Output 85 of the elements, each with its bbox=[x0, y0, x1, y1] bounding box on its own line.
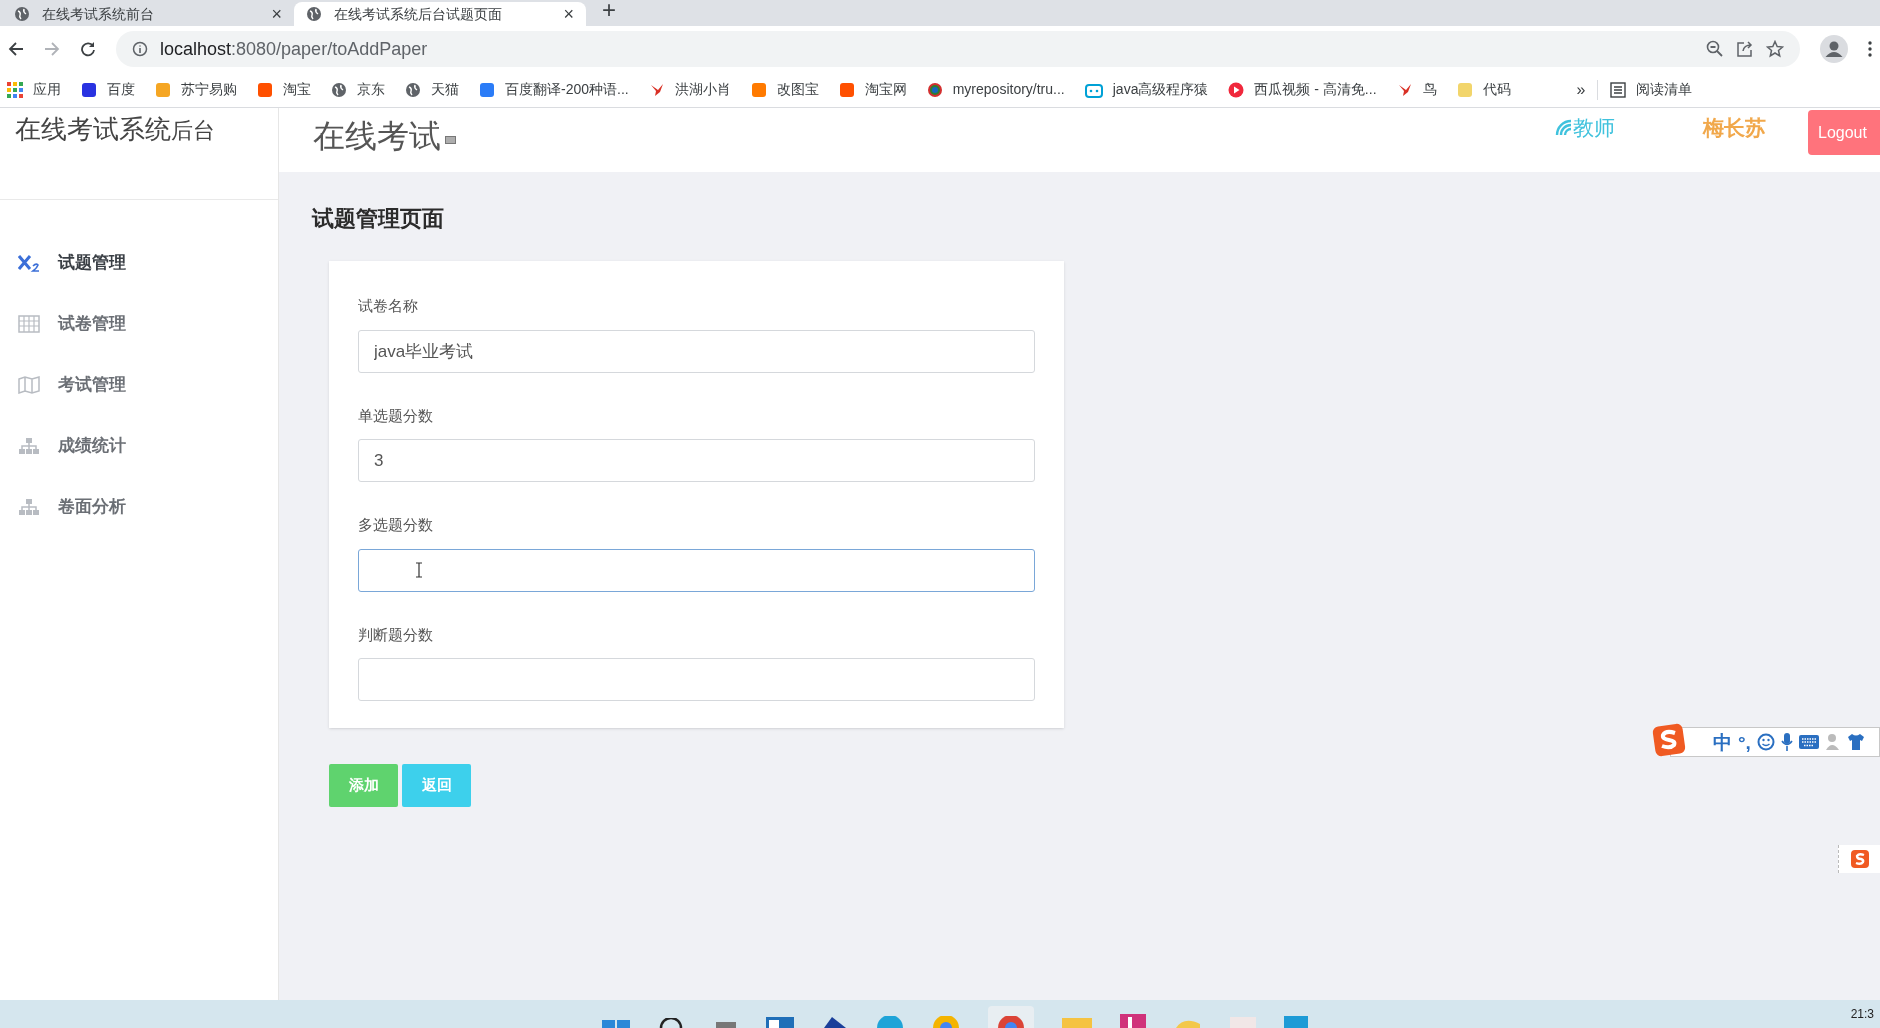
bookmark[interactable]: 淘宝 bbox=[257, 79, 311, 100]
ime-toggle[interactable]: °, bbox=[1738, 732, 1751, 752]
menu-icon[interactable] bbox=[1868, 41, 1872, 57]
bookmark[interactable]: 代码 bbox=[1456, 79, 1511, 100]
bookmark[interactable]: 西瓜视频 - 高清免... bbox=[1228, 79, 1377, 100]
bookmark[interactable]: java高级程序猿 bbox=[1084, 79, 1209, 100]
user-name: 梅长苏 bbox=[1703, 115, 1766, 141]
reload-icon[interactable] bbox=[80, 41, 96, 57]
text-input[interactable]: java毕业考试 bbox=[358, 329, 1035, 373]
sidebar-title: 在线考试系统后台 bbox=[15, 114, 215, 144]
url-text: localhost:8080/paper/toAddPaper bbox=[160, 37, 429, 61]
apps-grid-icon bbox=[7, 81, 23, 98]
app-icon[interactable] bbox=[822, 1016, 848, 1028]
smiley-icon[interactable] bbox=[1756, 733, 1775, 751]
text-input[interactable] bbox=[358, 658, 1035, 701]
play-icon bbox=[1228, 81, 1245, 98]
app-icon[interactable] bbox=[766, 1016, 794, 1028]
bookmark[interactable]: 鸟 bbox=[1396, 79, 1437, 100]
sitemap-icon bbox=[18, 436, 40, 455]
browser-tab[interactable]: 在线考试系统后台试题页面 × bbox=[294, 2, 586, 26]
rss-icon bbox=[1555, 118, 1573, 137]
page-title: 试题管理页面 bbox=[312, 205, 445, 233]
bookmark[interactable]: 百度 bbox=[81, 79, 135, 100]
square-icon bbox=[750, 81, 767, 98]
keyboard-icon[interactable] bbox=[1798, 735, 1819, 749]
bookmark[interactable]: 淘宝网 bbox=[838, 79, 907, 100]
chrome-icon bbox=[997, 1016, 1025, 1028]
app-icon[interactable] bbox=[1120, 1014, 1146, 1028]
clock-time: 21:3 bbox=[1850, 1008, 1874, 1020]
field-label: 试卷名称 bbox=[358, 296, 419, 316]
field-label: 单选题分数 bbox=[358, 405, 434, 426]
globe-icon bbox=[14, 6, 30, 22]
bookmark[interactable]: 改图宝 bbox=[750, 79, 819, 100]
header-title: 在线考试 bbox=[313, 117, 441, 156]
new-tab-button[interactable]: + bbox=[602, 0, 616, 22]
globe-icon bbox=[306, 6, 322, 22]
subscript-icon bbox=[18, 253, 40, 272]
list-icon bbox=[1610, 81, 1627, 98]
sidebar-item[interactable]: 试卷管理 bbox=[0, 293, 278, 354]
field-label: 判断题分数 bbox=[358, 624, 434, 645]
windows-start-icon[interactable] bbox=[602, 1018, 630, 1028]
bookmark[interactable]: 应用 bbox=[7, 79, 61, 100]
sogou-logo-icon bbox=[1849, 849, 1870, 869]
chrome-taskbar-button[interactable] bbox=[988, 1006, 1034, 1028]
tv-icon bbox=[1084, 81, 1103, 98]
zoom-out-icon[interactable] bbox=[1706, 40, 1724, 58]
reading-list-button[interactable]: 阅读清单 bbox=[1610, 79, 1693, 100]
sidebar-item[interactable]: 卷面分析 bbox=[0, 476, 278, 537]
text-input[interactable]: 3 bbox=[358, 439, 1035, 482]
bookmark[interactable]: 天猫 bbox=[405, 79, 459, 100]
ime-toggle[interactable]: 中 bbox=[1713, 732, 1732, 752]
search-icon[interactable] bbox=[658, 1018, 684, 1028]
back-arrow-icon[interactable] bbox=[8, 41, 24, 57]
ring-icon bbox=[926, 81, 943, 98]
star-icon[interactable] bbox=[1766, 40, 1784, 58]
info-icon bbox=[132, 41, 148, 57]
text-input[interactable] bbox=[358, 548, 1035, 592]
more-bookmarks-button[interactable]: » bbox=[1576, 77, 1586, 102]
bookmark[interactable]: myrepository/tru... bbox=[926, 79, 1065, 100]
text-cursor-icon bbox=[415, 561, 423, 578]
tab-title: 在线考试系统后台试题页面 bbox=[334, 7, 503, 21]
chrome-icon[interactable] bbox=[932, 1016, 960, 1028]
field-label: 多选题分数 bbox=[358, 515, 434, 535]
globe-icon bbox=[405, 81, 421, 98]
bookmark[interactable]: 京东 bbox=[331, 79, 385, 100]
tab-title: 在线考试系统前台 bbox=[42, 7, 155, 21]
map-icon bbox=[18, 375, 40, 394]
address-bar[interactable]: localhost:8080/paper/toAddPaper bbox=[116, 31, 1800, 67]
role-label: 教师 bbox=[1573, 115, 1615, 141]
table-icon bbox=[18, 314, 40, 333]
sidebar-item[interactable]: 试题管理 bbox=[0, 232, 278, 293]
sidebar-item[interactable]: 考试管理 bbox=[0, 354, 278, 415]
shirt-icon[interactable] bbox=[1846, 733, 1865, 751]
profile-avatar-icon[interactable] bbox=[1820, 35, 1848, 63]
bookmark[interactable]: 苏宁易购 bbox=[155, 79, 237, 100]
sitemap-icon bbox=[18, 497, 40, 516]
globe-icon bbox=[331, 81, 347, 98]
share-icon[interactable] bbox=[1736, 40, 1754, 58]
bookmark[interactable]: 百度翻译-200种语... bbox=[479, 79, 629, 100]
tab-close-button[interactable]: × bbox=[563, 5, 574, 23]
flag-icon bbox=[445, 136, 456, 144]
microphone-icon[interactable] bbox=[1780, 732, 1793, 752]
tab-close-button[interactable]: × bbox=[271, 5, 282, 23]
bookmark[interactable]: 洪湖小肖 bbox=[648, 79, 731, 100]
sidebar-item[interactable]: 成绩统计 bbox=[0, 415, 278, 476]
